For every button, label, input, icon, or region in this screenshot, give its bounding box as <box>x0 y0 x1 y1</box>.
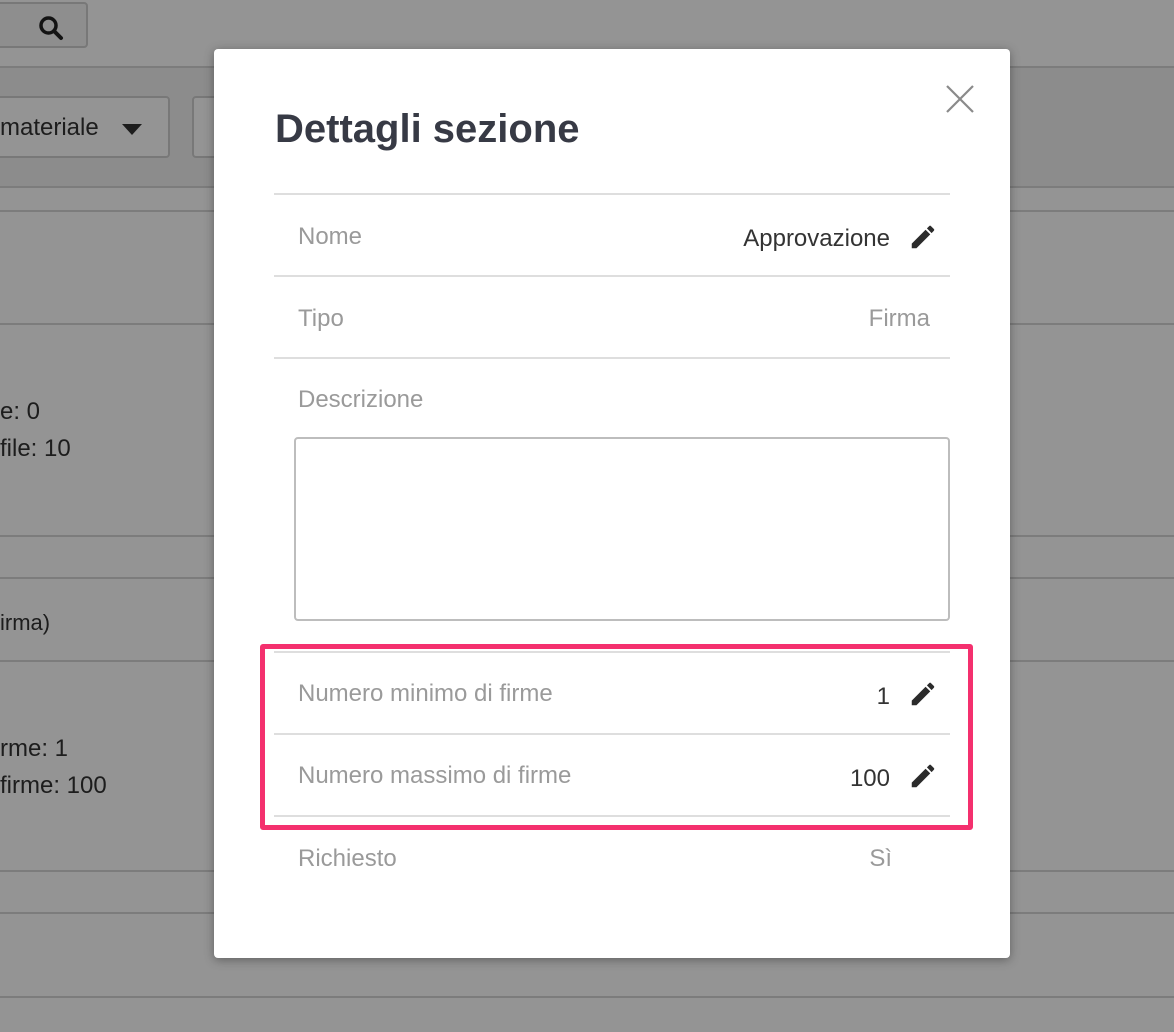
divider <box>274 733 950 735</box>
divider <box>274 651 950 653</box>
description-textarea[interactable] <box>294 437 950 621</box>
min-signatures-value: 1 <box>876 683 890 710</box>
required-value: Sì <box>869 845 892 872</box>
min-signatures-label: Numero minimo di firme <box>298 680 553 707</box>
highlight-box <box>260 644 973 830</box>
type-label: Tipo <box>298 305 344 332</box>
divider <box>274 815 950 817</box>
close-icon <box>946 85 974 113</box>
required-label: Richiesto <box>298 845 397 872</box>
pencil-icon <box>911 764 935 788</box>
dialog-title: Dettagli sezione <box>275 107 580 151</box>
edit-name-button[interactable] <box>908 222 938 252</box>
description-label: Descrizione <box>298 386 424 413</box>
pencil-icon <box>911 682 935 706</box>
max-signatures-label: Numero massimo di firme <box>298 762 572 789</box>
divider <box>274 275 950 277</box>
max-signatures-value: 100 <box>849 765 890 792</box>
edit-min-signatures-button[interactable] <box>908 679 938 709</box>
section-details-dialog: Dettagli sezione Nome Approvazione Tipo … <box>214 49 1010 958</box>
divider <box>274 357 950 359</box>
name-label: Nome <box>298 223 363 250</box>
type-value: Firma <box>868 305 930 332</box>
name-value: Approvazione <box>743 225 890 252</box>
pencil-icon <box>911 225 935 249</box>
edit-max-signatures-button[interactable] <box>908 761 938 791</box>
divider <box>274 193 950 195</box>
close-button[interactable] <box>944 83 976 115</box>
